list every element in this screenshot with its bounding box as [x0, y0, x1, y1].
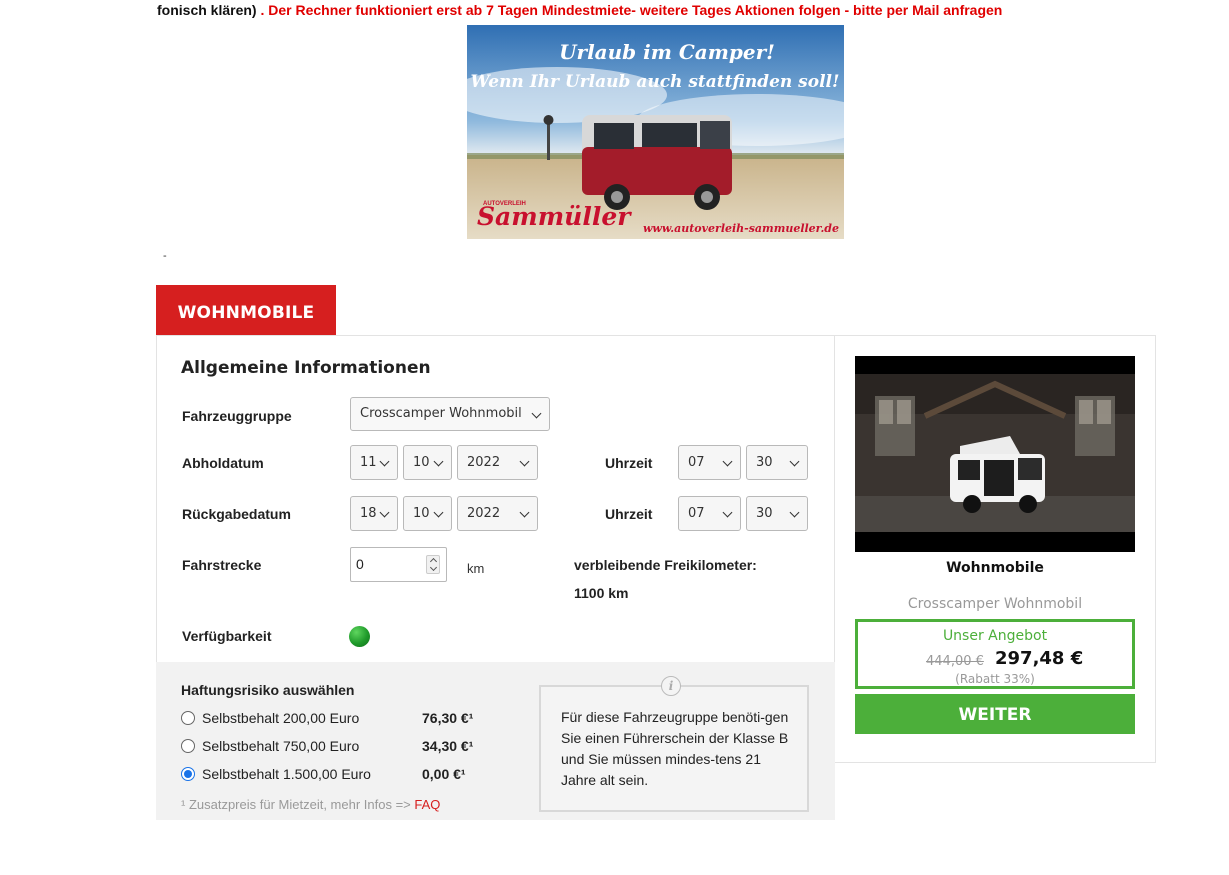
liability-option-price: 34,30 €¹ — [422, 738, 474, 754]
pickup-year-select[interactable]: 2022 — [457, 445, 538, 480]
weiter-button[interactable]: WEITER — [855, 694, 1135, 734]
pickup-hour-select[interactable]: 07 — [678, 445, 741, 480]
separator-dash: - — [163, 250, 167, 262]
return-date-label: Rückgabedatum — [182, 506, 291, 522]
vehicle-group-select[interactable]: Crosscamper Wohnmobil — [350, 397, 550, 431]
notice-black: fonisch klären) — [157, 2, 257, 18]
liability-option-price: 76,30 €¹ — [422, 710, 474, 726]
faq-link[interactable]: FAQ — [414, 797, 440, 812]
license-info-text: Für diese Fahrzeugruppe benöti-gen Sie e… — [561, 709, 789, 788]
return-year-value: 2022 — [467, 506, 501, 521]
liability-option-label: Selbstbehalt 750,00 Euro — [202, 738, 360, 754]
free-km-value: 1100 km — [574, 585, 629, 601]
notice-red: . Der Rechner funktioniert erst ab 7 Tag… — [260, 2, 1003, 18]
chevron-down-icon — [379, 456, 390, 467]
return-month-value: 10 — [413, 506, 430, 521]
chevron-down-icon — [433, 507, 444, 518]
pickup-day-value: 11 — [360, 455, 377, 470]
free-km-label: verbleibende Freikilometer: — [574, 557, 757, 573]
liability-title: Haftungsrisiko auswählen — [181, 682, 355, 698]
return-day-value: 18 — [360, 506, 377, 521]
banner-headline-1: Urlaub im Camper! — [559, 40, 775, 64]
return-day-select[interactable]: 18 — [350, 496, 398, 531]
pickup-date-label: Abholdatum — [182, 455, 264, 471]
chevron-down-icon — [789, 507, 800, 518]
vehicle-group-label: Fahrzeuggruppe — [182, 408, 292, 424]
pickup-minute-select[interactable]: 30 — [746, 445, 808, 480]
footnote-text: ¹ Zusatzpreis für Mietzeit, mehr Infos =… — [181, 797, 411, 812]
banner-image: Urlaub im Camper! Wenn Ihr Urlaub auch s… — [467, 25, 844, 239]
return-hour-select[interactable]: 07 — [678, 496, 741, 531]
pickup-month-value: 10 — [413, 455, 430, 470]
pickup-day-select[interactable]: 11 — [350, 445, 398, 480]
notice-text: fonisch klären) . Der Rechner funktionie… — [157, 2, 1002, 18]
rebate-text: (Rabatt 33%) — [955, 672, 1035, 686]
chevron-down-icon — [519, 507, 530, 518]
offer-title: Unser Angebot — [942, 628, 1048, 644]
liability-option-label: Selbstbehalt 200,00 Euro — [202, 710, 360, 726]
return-minute-value: 30 — [756, 506, 773, 521]
chevron-down-icon — [789, 456, 800, 467]
liability-option-label: Selbstbehalt 1.500,00 Euro — [202, 766, 371, 782]
new-price: 297,48 € — [995, 648, 1084, 669]
return-time-label: Uhrzeit — [605, 506, 653, 522]
return-minute-select[interactable]: 30 — [746, 496, 808, 531]
distance-input[interactable]: 0 — [350, 547, 447, 582]
chevron-down-icon — [531, 408, 542, 419]
chevron-down-icon — [379, 507, 390, 518]
distance-unit: km — [467, 561, 485, 576]
chevron-down-icon — [433, 456, 444, 467]
liability-option-price: 0,00 €¹ — [422, 766, 466, 782]
info-icon: i — [661, 676, 681, 696]
return-month-select[interactable]: 10 — [403, 496, 452, 531]
return-hour-value: 07 — [688, 506, 705, 521]
banner-headline-2: Wenn Ihr Urlaub auch stattfinden soll! — [471, 72, 840, 92]
pickup-month-select[interactable]: 10 — [403, 445, 452, 480]
banner-url: www.autoverleih-sammueller.de — [643, 222, 839, 235]
pickup-time-label: Uhrzeit — [605, 455, 653, 471]
chevron-down-icon — [722, 456, 733, 467]
availability-label: Verfügbarkeit — [182, 628, 272, 644]
distance-label: Fahrstrecke — [182, 557, 262, 573]
banner-brand: Sammüller — [477, 202, 632, 231]
pickup-minute-value: 30 — [756, 455, 773, 470]
vehicle-subtitle: Crosscamper Wohnmobil — [907, 596, 1083, 612]
distance-value: 0 — [356, 556, 364, 572]
radio-button-checked[interactable] — [181, 767, 195, 781]
old-price: 444,00 € — [926, 654, 984, 669]
availability-status-icon — [349, 626, 370, 647]
vehicle-title: Wohnmobile — [946, 560, 1044, 576]
pickup-hour-value: 07 — [688, 455, 705, 470]
chevron-down-icon — [519, 456, 530, 467]
radio-button[interactable] — [181, 739, 195, 753]
pickup-year-value: 2022 — [467, 455, 501, 470]
return-year-select[interactable]: 2022 — [457, 496, 538, 531]
vehicle-group-value: Crosscamper Wohnmobil — [360, 406, 522, 421]
radio-button[interactable] — [181, 711, 195, 725]
vehicle-image — [855, 356, 1135, 552]
stepper-icon[interactable] — [426, 555, 440, 574]
section-title: Allgemeine Informationen — [181, 358, 431, 378]
tab-wohnmobile[interactable]: WOHNMOBILE — [156, 285, 336, 336]
chevron-down-icon — [722, 507, 733, 518]
liability-footnote: ¹ Zusatzpreis für Mietzeit, mehr Infos =… — [181, 797, 440, 812]
